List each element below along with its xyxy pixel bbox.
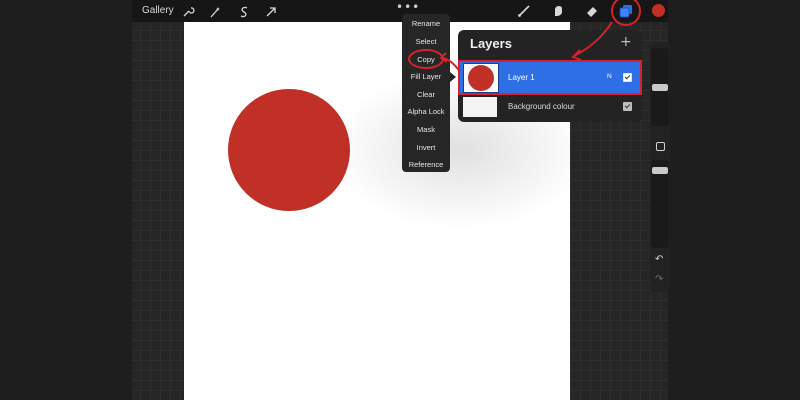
more-options-dots[interactable]: ••• <box>396 0 420 14</box>
menu-item-rename[interactable]: Rename <box>402 19 450 28</box>
right-margin <box>668 0 800 400</box>
blend-mode-indicator[interactable]: N <box>607 73 612 80</box>
layers-panel-title: Layers <box>470 36 512 51</box>
undo-button[interactable]: ↶ <box>655 254 663 265</box>
thumbnail-circle <box>468 65 494 91</box>
menu-item-copy[interactable]: Copy <box>402 55 450 64</box>
layer-1-thumbnail[interactable] <box>463 63 499 93</box>
color-swatch-button[interactable] <box>652 4 665 17</box>
smudge-icon[interactable] <box>550 3 566 19</box>
menu-item-fill-layer[interactable]: Fill Layer <box>402 72 450 81</box>
eyedropper-modify-button[interactable] <box>656 142 665 151</box>
add-layer-button[interactable]: + <box>620 34 632 50</box>
layers-icon[interactable] <box>618 3 634 19</box>
menu-item-alpha-lock[interactable]: Alpha Lock <box>402 107 450 116</box>
opacity-handle[interactable] <box>652 167 668 174</box>
selection-icon[interactable] <box>237 4 251 18</box>
brush-icon[interactable] <box>516 3 532 19</box>
background-visibility-checkbox[interactable] <box>623 102 632 111</box>
layer-1-visibility-checkbox[interactable] <box>623 73 632 82</box>
gallery-button[interactable]: Gallery <box>142 5 174 16</box>
left-margin <box>0 0 132 400</box>
background-thumbnail[interactable] <box>463 97 497 117</box>
menu-item-select[interactable]: Select <box>402 37 450 46</box>
menu-item-mask[interactable]: Mask <box>402 125 450 134</box>
background-layer-name: Background colour <box>508 102 575 111</box>
layer-1-name: Layer 1 <box>508 73 535 82</box>
menu-item-reference[interactable]: Reference <box>402 160 450 169</box>
transform-arrow-icon[interactable] <box>264 4 278 18</box>
brush-size-handle[interactable] <box>652 84 668 91</box>
redo-button[interactable]: ↷ <box>655 274 663 285</box>
magic-wand-icon[interactable] <box>208 4 222 18</box>
menu-item-invert[interactable]: Invert <box>402 143 450 152</box>
wrench-icon[interactable] <box>181 4 195 18</box>
eraser-icon[interactable] <box>584 3 600 19</box>
menu-item-clear[interactable]: Clear <box>402 90 450 99</box>
menu-pointer-arrow <box>450 72 456 82</box>
